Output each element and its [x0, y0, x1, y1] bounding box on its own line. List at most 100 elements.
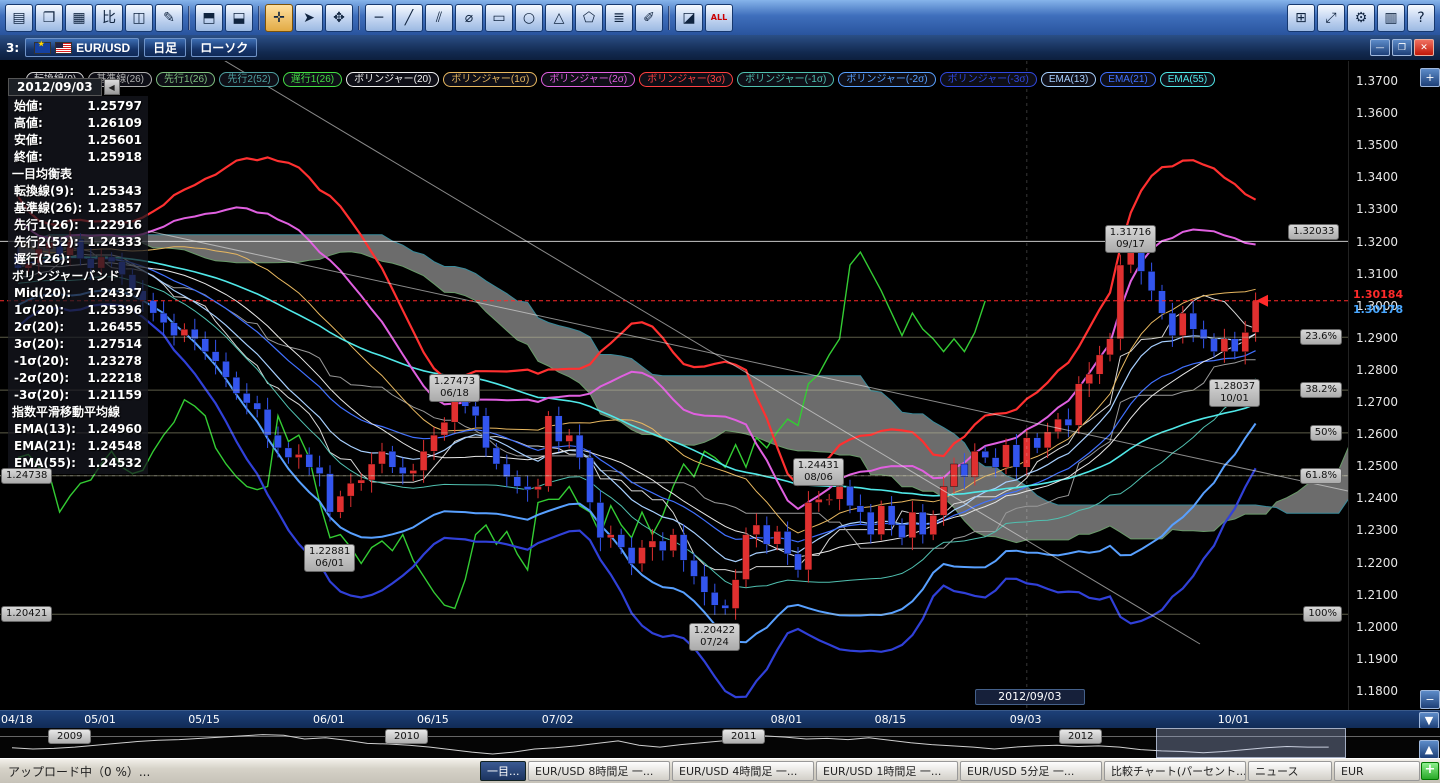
minimize-button[interactable]: — [1370, 39, 1390, 56]
legend-item-遅行1(26)[interactable]: 遅行1(26) [283, 72, 342, 87]
chart-type-button[interactable]: ローソク [191, 38, 257, 57]
symbol-label: EUR/USD [76, 41, 130, 55]
compare-icon[interactable]: 比 [95, 4, 123, 32]
legend-item-ボリンジャー(-3σ)[interactable]: ボリンジャー(-3σ) [940, 72, 1037, 87]
print-icon[interactable]: ▥ [1377, 4, 1405, 32]
chart-tab-5[interactable]: EUR/USD 5分足 一... [960, 761, 1102, 781]
chart-tab-3[interactable]: EUR/USD 4時間足 一... [672, 761, 814, 781]
data-window-icon[interactable]: ▤ [5, 4, 33, 32]
date-tick-label: 08/01 [771, 713, 803, 726]
new-chart-icon[interactable]: ❐ [35, 4, 63, 32]
tooltip-row: -2σ(20):1.22218 [8, 370, 148, 387]
main-toolbar: ▤❐▦比◫✎ ⬒⬓ ✛➤✥ ─╱⫽⌀▭○△⬠≣✐ ◪ALL ⊞⤢⚙▥? [0, 0, 1440, 35]
toolbar-separator [258, 6, 260, 30]
tile-windows-icon[interactable]: ⊞ [1287, 4, 1315, 32]
price-tick-label: 1.3400 [1356, 170, 1398, 184]
rectangle-tool-icon[interactable]: ▭ [485, 4, 513, 32]
price-tick-label: 1.1800 [1356, 684, 1398, 698]
legend-item-ボリンジャー(-1σ)[interactable]: ボリンジャー(-1σ) [737, 72, 834, 87]
chart-tab-7[interactable]: ニュース [1248, 761, 1332, 781]
timeframe-button[interactable]: 日足 [144, 38, 186, 57]
legend-item-ボリンジャー(20)[interactable]: ボリンジャー(20) [346, 72, 439, 87]
legend-item-先行2(52)[interactable]: 先行2(52) [219, 72, 278, 87]
date-tick-label: 10/01 [1218, 713, 1250, 726]
legend-item-ボリンジャー(3σ)[interactable]: ボリンジャー(3σ) [639, 72, 733, 87]
add-chart-button[interactable]: + [1421, 762, 1439, 780]
trendline-tool-icon[interactable]: ╱ [395, 4, 423, 32]
eraser-icon[interactable]: ◪ [675, 4, 703, 32]
eu-flag-icon [34, 42, 51, 54]
template-icon[interactable]: ◫ [125, 4, 153, 32]
save-chart-icon[interactable]: ⬒ [195, 4, 223, 32]
navigator-selection[interactable] [1156, 728, 1346, 758]
price-annotation: 1.2042207/24 [689, 623, 740, 651]
date-tick-label: 05/01 [84, 713, 116, 726]
hand-tool-icon[interactable]: ✥ [325, 4, 353, 32]
eraser-all-icon[interactable]: ALL [705, 4, 733, 32]
help-icon[interactable]: ? [1407, 4, 1435, 32]
save-image-icon[interactable]: ⬓ [225, 4, 253, 32]
navigator-scroll-button[interactable]: ▲ [1419, 740, 1439, 758]
chart-title-bar: 3: EUR/USD 日足 ローソク — ❐ ✕ [0, 35, 1440, 61]
legend-item-EMA(13)[interactable]: EMA(13) [1041, 72, 1096, 87]
tooltip-row: -3σ(20):1.21159 [8, 387, 148, 404]
hline-tool-icon[interactable]: ─ [365, 4, 393, 32]
chart-tab-1[interactable]: 一目... [480, 761, 526, 781]
legend-item-ボリンジャー(1σ)[interactable]: ボリンジャー(1σ) [443, 72, 537, 87]
chart-tab-2[interactable]: EUR/USD 8時間足 一... [528, 761, 670, 781]
fullscreen-icon[interactable]: ⤢ [1317, 4, 1345, 32]
legend-item-ボリンジャー(-2σ)[interactable]: ボリンジャー(-2σ) [838, 72, 935, 87]
price-tick-label: 1.2300 [1356, 523, 1398, 537]
legend-item-先行1(26)[interactable]: 先行1(26) [156, 72, 215, 87]
fibonacci-tool-icon[interactable]: ≣ [605, 4, 633, 32]
history-navigator: 2009201020112012▲ [0, 728, 1440, 758]
date-tick-label: 06/01 [313, 713, 345, 726]
polygon-tool-icon[interactable]: ⬠ [575, 4, 603, 32]
date-tick-label: 06/15 [417, 713, 449, 726]
toolbar-separator [358, 6, 360, 30]
chart-tab-6[interactable]: 比較チャート(パーセント... [1104, 761, 1246, 781]
crosshair-tool-icon[interactable]: ✛ [265, 4, 293, 32]
tooltip-section-title: ボリンジャーバンド [8, 268, 148, 285]
fib-level-label: 61.8% [1300, 468, 1342, 484]
symbol-selector-button[interactable]: EUR/USD [25, 38, 139, 57]
price-annotation: 1.2443108/06 [793, 458, 844, 486]
price-annotation: 1.3171609/17 [1105, 225, 1156, 253]
legend-item-EMA(55)[interactable]: EMA(55) [1160, 72, 1215, 87]
upload-status-text: アップロード中（0 %）... [0, 763, 158, 780]
ellipse-tool-icon[interactable]: ○ [515, 4, 543, 32]
price-axis[interactable]: 1.37001.36001.35001.34001.33001.32001.31… [1348, 61, 1440, 710]
zoom-out-button[interactable]: − [1420, 690, 1440, 709]
tooltip-collapse-button[interactable]: ◀ [104, 79, 120, 95]
chart-tab-8[interactable]: EUR [1334, 761, 1420, 781]
chart-canvas[interactable] [0, 61, 1348, 710]
date-tick-label: 05/15 [188, 713, 220, 726]
settings-gear-icon[interactable]: ⚙ [1347, 4, 1375, 32]
zoom-in-button[interactable]: + [1420, 68, 1440, 87]
chart-tabs: 一目...EUR/USD 8時間足 一...EUR/USD 4時間足 一...E… [480, 761, 1422, 781]
price-tick-label: 1.2600 [1356, 427, 1398, 441]
price-annotation: 1.2803710/01 [1209, 379, 1260, 407]
close-button[interactable]: ✕ [1414, 39, 1434, 56]
chart-tab-4[interactable]: EUR/USD 1時間足 一... [816, 761, 958, 781]
tooltip-header: 2012/09/03 ◀ [8, 78, 148, 96]
tooltip-row: -1σ(20):1.23278 [8, 353, 148, 370]
ray-tool-icon[interactable]: ⌀ [455, 4, 483, 32]
year-badge-2010: 2010 [385, 729, 428, 744]
tooltip-row: 3σ(20):1.27514 [8, 336, 148, 353]
toolbar-right-group: ⊞⤢⚙▥? [1286, 4, 1436, 32]
restore-button[interactable]: ❐ [1392, 39, 1412, 56]
legend-item-ボリンジャー(2σ)[interactable]: ボリンジャー(2σ) [541, 72, 635, 87]
pencil-tool-icon[interactable]: ✐ [635, 4, 663, 32]
bid-price-label: 1.30178 [1353, 303, 1403, 316]
parallel-lines-tool-icon[interactable]: ⫽ [425, 4, 453, 32]
price-tick-label: 1.3500 [1356, 138, 1398, 152]
triangle-tool-icon[interactable]: △ [545, 4, 573, 32]
date-axis[interactable]: 04/1805/0105/1506/0106/1507/0208/0108/15… [0, 710, 1440, 729]
date-tick-label: 08/15 [875, 713, 907, 726]
edit-chart-icon[interactable]: ✎ [155, 4, 183, 32]
legend-item-EMA(21)[interactable]: EMA(21) [1100, 72, 1155, 87]
cursor-tool-icon[interactable]: ➤ [295, 4, 323, 32]
chart-board-icon[interactable]: ▦ [65, 4, 93, 32]
date-scroll-button[interactable]: ▼ [1419, 712, 1439, 729]
